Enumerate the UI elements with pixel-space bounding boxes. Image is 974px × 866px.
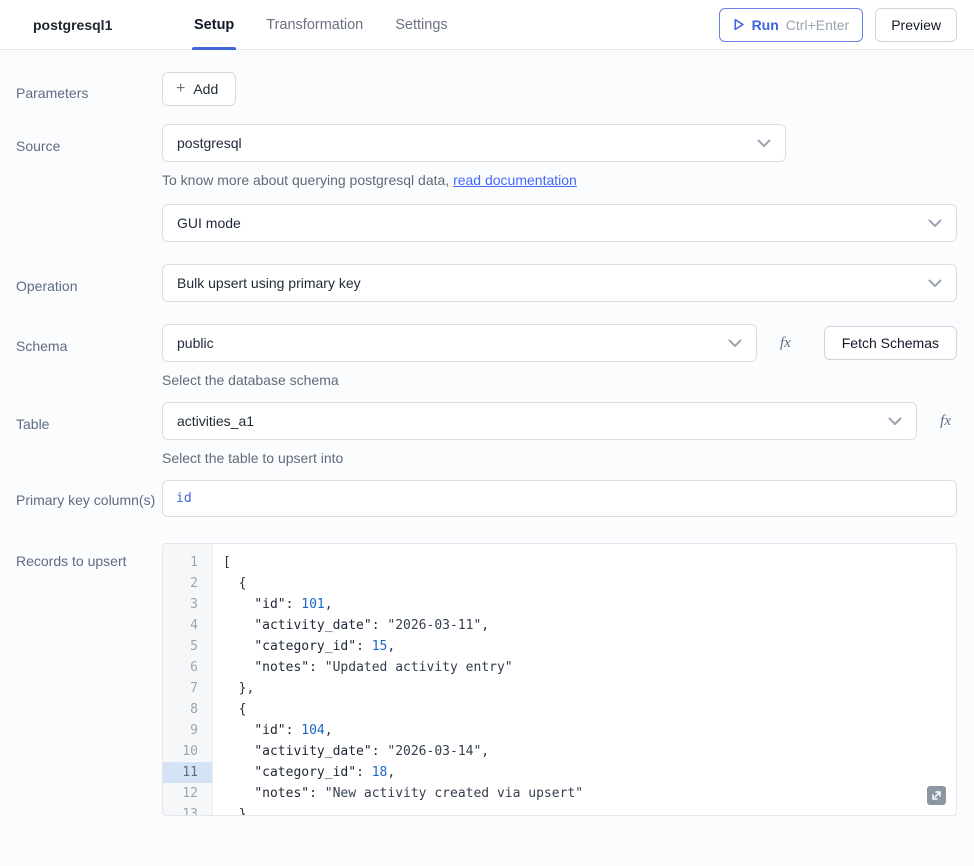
gui-mode-spacer	[16, 204, 162, 242]
mode-select[interactable]: GUI mode	[162, 204, 957, 242]
operation-select[interactable]: Bulk upsert using primary key	[162, 264, 957, 302]
run-shortcut: Ctrl+Enter	[786, 17, 849, 33]
mode-select-value: GUI mode	[177, 215, 241, 231]
schema-helper-text: Select the database schema	[162, 372, 957, 388]
tab-setup[interactable]: Setup	[192, 0, 236, 49]
operation-select-value: Bulk upsert using primary key	[177, 275, 361, 291]
add-parameter-label: Add	[193, 81, 218, 97]
source-label: Source	[16, 124, 162, 188]
code-editor-lines[interactable]: [ { "id": 101, "activity_date": "2026-03…	[213, 544, 956, 815]
chevron-down-icon	[728, 339, 742, 348]
table-select-value: activities_a1	[177, 413, 254, 429]
play-icon	[733, 18, 745, 31]
chevron-down-icon	[757, 139, 771, 148]
plus-icon: +	[176, 81, 185, 97]
primary-key-label: Primary key column(s)	[16, 480, 162, 517]
header-actions: Run Ctrl+Enter Preview	[719, 0, 974, 49]
fetch-schemas-button[interactable]: Fetch Schemas	[824, 326, 957, 360]
primary-key-input[interactable]: id	[162, 480, 957, 517]
primary-key-value: id	[176, 491, 192, 506]
query-title: postgresql1	[0, 0, 192, 49]
run-label: Run	[752, 17, 779, 33]
query-setup-form: Parameters + Add Source postgresql To kn…	[0, 50, 974, 830]
schema-select-value: public	[177, 335, 214, 351]
source-select-value: postgresql	[177, 135, 242, 151]
add-parameter-button[interactable]: + Add	[162, 72, 236, 106]
fx-toggle[interactable]: fx	[940, 413, 951, 430]
expand-editor-icon[interactable]	[927, 786, 946, 805]
schema-label: Schema	[16, 324, 162, 388]
records-code-editor[interactable]: 12345678910111213 [ { "id": 101, "activi…	[162, 543, 957, 816]
query-editor-header: postgresql1 Setup Transformation Setting…	[0, 0, 974, 50]
source-helper-prefix: To know more about querying postgresql d…	[162, 172, 453, 188]
records-label: Records to upsert	[16, 543, 162, 816]
table-label: Table	[16, 402, 162, 466]
preview-button[interactable]: Preview	[875, 8, 957, 42]
chevron-down-icon	[928, 279, 942, 288]
tab-bar: Setup Transformation Settings	[192, 0, 450, 49]
operation-label: Operation	[16, 264, 162, 302]
table-helper-text: Select the table to upsert into	[162, 450, 957, 466]
fx-toggle[interactable]: fx	[780, 335, 791, 352]
source-select[interactable]: postgresql	[162, 124, 786, 162]
tab-settings[interactable]: Settings	[393, 0, 449, 49]
parameters-label: Parameters	[16, 72, 162, 106]
table-select[interactable]: activities_a1	[162, 402, 917, 440]
schema-select[interactable]: public	[162, 324, 757, 362]
run-button[interactable]: Run Ctrl+Enter	[719, 8, 864, 42]
read-documentation-link[interactable]: read documentation	[453, 172, 577, 188]
tab-transformation[interactable]: Transformation	[264, 0, 365, 49]
chevron-down-icon	[928, 219, 942, 228]
chevron-down-icon	[888, 417, 902, 426]
code-editor-gutter: 12345678910111213	[163, 544, 213, 815]
source-helper-text: To know more about querying postgresql d…	[162, 172, 957, 188]
